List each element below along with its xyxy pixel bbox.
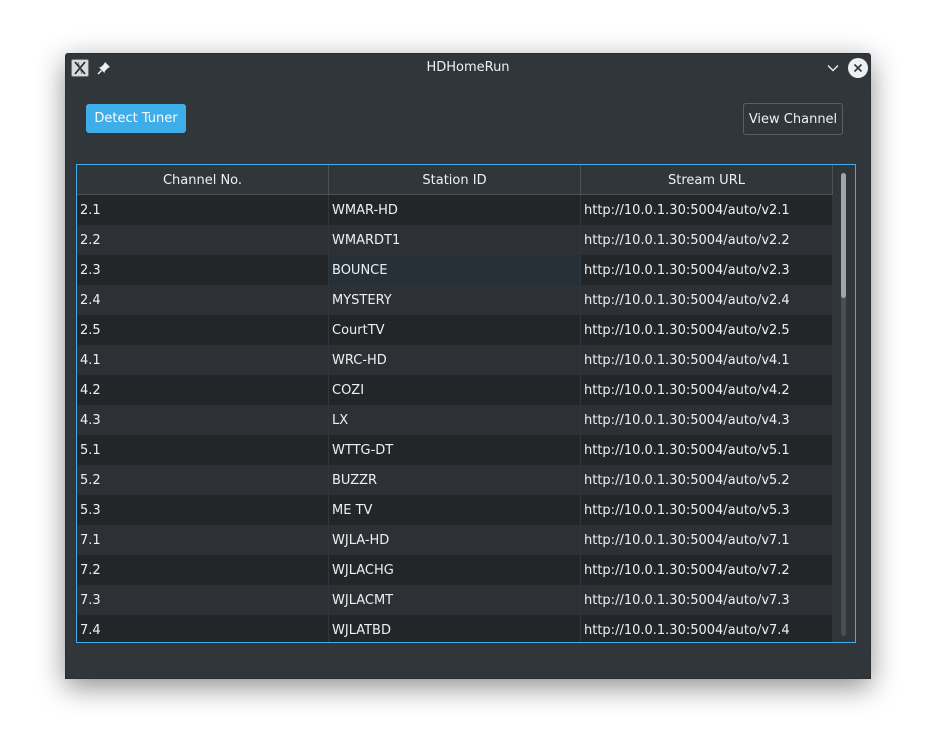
cell-channel-no[interactable]: 5.3 (77, 495, 329, 525)
table-row[interactable]: 4.2 COZI http://10.0.1.30:5004/auto/v4.2 (77, 375, 833, 405)
cell-channel-no[interactable]: 2.3 (77, 255, 329, 285)
cell-station-id[interactable]: BUZZR (329, 465, 581, 495)
table-row[interactable]: 5.3 ME TV http://10.0.1.30:5004/auto/v5.3 (77, 495, 833, 525)
cell-channel-no[interactable]: 5.2 (77, 465, 329, 495)
table-row[interactable]: 7.2 WJLACHG http://10.0.1.30:5004/auto/v7.… (77, 555, 833, 585)
cell-stream-url[interactable]: http://10.0.1.30:5004/auto/v7.4 (581, 615, 833, 642)
cell-stream-url[interactable]: http://10.0.1.30:5004/auto/v2.1 (581, 195, 833, 225)
cell-station-id[interactable]: LX (329, 405, 581, 435)
cell-station-id[interactable]: WJLATBD (329, 615, 581, 642)
cell-stream-url[interactable]: http://10.0.1.30:5004/auto/v2.3 (581, 255, 833, 285)
cell-station-id[interactable]: WJLA-HD (329, 525, 581, 555)
table-row[interactable]: 2.4 MYSTERY http://10.0.1.30:5004/auto/v2.… (77, 285, 833, 315)
table-body: 2.1 WMAR-HD http://10.0.1.30:5004/auto/v2.… (77, 195, 833, 642)
cell-stream-url[interactable]: http://10.0.1.30:5004/auto/v7.3 (581, 585, 833, 615)
channel-table[interactable]: Channel No. Station ID Stream URL 2.1 WMA… (76, 164, 856, 643)
cell-stream-url[interactable]: http://10.0.1.30:5004/auto/v5.1 (581, 435, 833, 465)
cell-channel-no[interactable]: 7.4 (77, 615, 329, 642)
cell-stream-url[interactable]: http://10.0.1.30:5004/auto/v5.3 (581, 495, 833, 525)
cell-station-id[interactable]: COZI (329, 375, 581, 405)
view-channel-button[interactable]: View Channel (743, 103, 843, 135)
table-row[interactable]: 4.3 LX http://10.0.1.30:5004/auto/v4.3 (77, 405, 833, 435)
scrollbar-thumb[interactable] (841, 173, 846, 298)
cell-stream-url[interactable]: http://10.0.1.30:5004/auto/v7.1 (581, 525, 833, 555)
cell-station-id[interactable]: WJLACMT (329, 585, 581, 615)
column-header-station-id[interactable]: Station ID (329, 165, 581, 195)
table-row[interactable]: 7.4 WJLATBD http://10.0.1.30:5004/auto/v7.… (77, 615, 833, 642)
cell-station-id[interactable]: WMAR-HD (329, 195, 581, 225)
table-row[interactable]: 7.1 WJLA-HD http://10.0.1.30:5004/auto/v7.… (77, 525, 833, 555)
table-row[interactable]: 4.1 WRC-HD http://10.0.1.30:5004/auto/v4.1 (77, 345, 833, 375)
column-header-stream-url[interactable]: Stream URL (581, 165, 833, 195)
cell-station-id[interactable]: MYSTERY (329, 285, 581, 315)
app-window: HDHomeRun Detect Tuner View Channel Chan… (65, 53, 871, 679)
cell-station-id[interactable]: WTTG-DT (329, 435, 581, 465)
cell-channel-no[interactable]: 4.3 (77, 405, 329, 435)
close-icon (853, 63, 863, 73)
cell-channel-no[interactable]: 7.1 (77, 525, 329, 555)
cell-stream-url[interactable]: http://10.0.1.30:5004/auto/v4.3 (581, 405, 833, 435)
cell-station-id[interactable]: ME TV (329, 495, 581, 525)
window-title: HDHomeRun (426, 60, 510, 75)
cell-channel-no[interactable]: 7.3 (77, 585, 329, 615)
chevron-down-icon[interactable] (825, 60, 841, 76)
table-row[interactable]: 2.2 WMARDT1 http://10.0.1.30:5004/auto/v2.… (77, 225, 833, 255)
cell-channel-no[interactable]: 2.1 (77, 195, 329, 225)
table-row[interactable]: 2.3 BOUNCE http://10.0.1.30:5004/auto/v2.3 (77, 255, 833, 285)
column-header-channel-no[interactable]: Channel No. (77, 165, 329, 195)
table-row[interactable]: 7.3 WJLACMT http://10.0.1.30:5004/auto/v7.… (77, 585, 833, 615)
cell-station-id[interactable]: BOUNCE (329, 255, 581, 285)
table-header: Channel No. Station ID Stream URL (77, 165, 833, 195)
detect-tuner-button[interactable]: Detect Tuner (86, 104, 186, 133)
cell-stream-url[interactable]: http://10.0.1.30:5004/auto/v7.2 (581, 555, 833, 585)
cell-stream-url[interactable]: http://10.0.1.30:5004/auto/v2.5 (581, 315, 833, 345)
cell-channel-no[interactable]: 4.1 (77, 345, 329, 375)
cell-station-id[interactable]: WMARDT1 (329, 225, 581, 255)
cell-channel-no[interactable]: 2.4 (77, 285, 329, 315)
table-row[interactable]: 2.5 CourtTV http://10.0.1.30:5004/auto/v2.… (77, 315, 833, 345)
cell-stream-url[interactable]: http://10.0.1.30:5004/auto/v2.4 (581, 285, 833, 315)
table-row[interactable]: 5.2 BUZZR http://10.0.1.30:5004/auto/v5.2 (77, 465, 833, 495)
vertical-scrollbar[interactable] (833, 165, 855, 642)
cell-channel-no[interactable]: 2.5 (77, 315, 329, 345)
cell-stream-url[interactable]: http://10.0.1.30:5004/auto/v4.1 (581, 345, 833, 375)
cell-station-id[interactable]: WJLACHG (329, 555, 581, 585)
cell-stream-url[interactable]: http://10.0.1.30:5004/auto/v4.2 (581, 375, 833, 405)
title-bar[interactable]: HDHomeRun (66, 54, 870, 82)
cell-stream-url[interactable]: http://10.0.1.30:5004/auto/v2.2 (581, 225, 833, 255)
table-row[interactable]: 5.1 WTTG-DT http://10.0.1.30:5004/auto/v5.… (77, 435, 833, 465)
cell-station-id[interactable]: WRC-HD (329, 345, 581, 375)
cell-channel-no[interactable]: 5.1 (77, 435, 329, 465)
cell-stream-url[interactable]: http://10.0.1.30:5004/auto/v5.2 (581, 465, 833, 495)
table-row[interactable]: 2.1 WMAR-HD http://10.0.1.30:5004/auto/v2.… (77, 195, 833, 225)
cell-station-id[interactable]: CourtTV (329, 315, 581, 345)
cell-channel-no[interactable]: 2.2 (77, 225, 329, 255)
close-button[interactable] (848, 58, 868, 78)
cell-channel-no[interactable]: 7.2 (77, 555, 329, 585)
cell-channel-no[interactable]: 4.2 (77, 375, 329, 405)
